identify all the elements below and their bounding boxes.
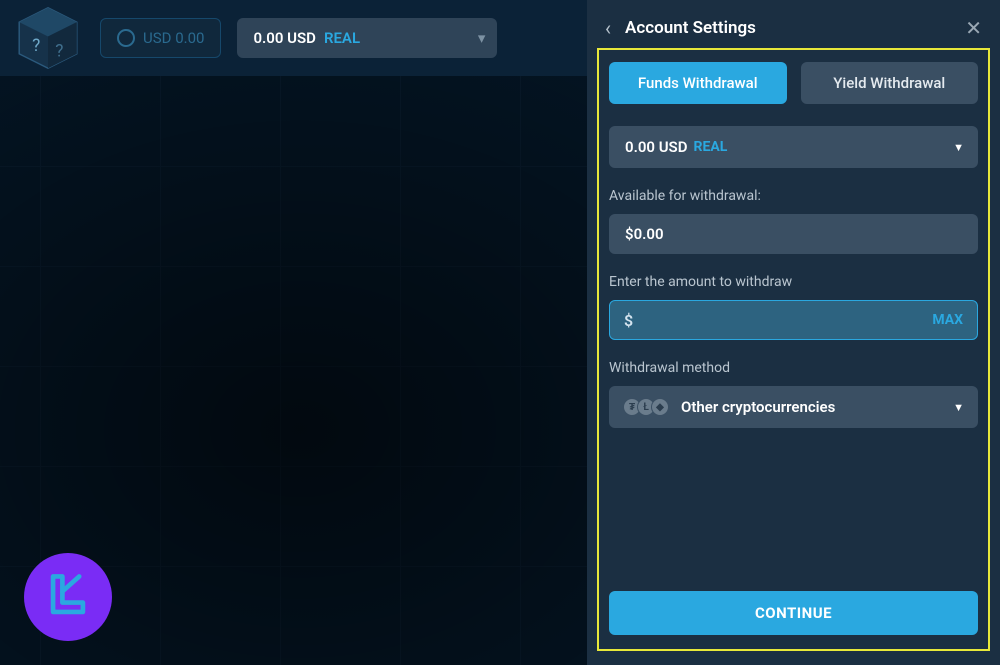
svg-text:?: ? bbox=[55, 42, 63, 62]
method-selected-text: Other cryptocurrencies bbox=[681, 398, 835, 416]
max-button[interactable]: MAX bbox=[932, 312, 963, 328]
account-balance-dropdown[interactable]: 0.00 USD REAL ▾ bbox=[237, 18, 497, 58]
available-amount: $0.00 bbox=[625, 225, 664, 243]
app-logo-cube[interactable]: ? ? bbox=[12, 8, 84, 68]
balance-tag: REAL bbox=[324, 29, 360, 47]
usd-balance-text: USD 0.00 bbox=[143, 29, 204, 47]
chevron-down-icon: ▼ bbox=[953, 141, 964, 154]
account-select-tag: REAL bbox=[693, 139, 727, 155]
withdrawal-method-select[interactable]: ₮ Ł ◆ Other cryptocurrencies ▼ bbox=[609, 386, 978, 428]
panel-body: Funds Withdrawal Yield Withdrawal 0.00 U… bbox=[597, 48, 990, 651]
back-icon[interactable]: ‹ bbox=[605, 16, 611, 40]
balance-amount: 0.00 USD bbox=[253, 29, 315, 47]
close-icon[interactable]: ✕ bbox=[965, 16, 982, 40]
tab-yield-withdrawal[interactable]: Yield Withdrawal bbox=[801, 62, 979, 104]
available-label: Available for withdrawal: bbox=[609, 188, 978, 204]
svg-text:?: ? bbox=[32, 36, 40, 56]
tab-funds-label: Funds Withdrawal bbox=[638, 74, 758, 92]
available-amount-box: $0.00 bbox=[609, 214, 978, 254]
continue-button[interactable]: CONTINUE bbox=[609, 591, 978, 635]
amount-input-row[interactable]: $ MAX bbox=[609, 300, 978, 340]
panel-title: Account Settings bbox=[625, 18, 951, 38]
refresh-icon bbox=[117, 29, 135, 47]
withdrawal-tabs: Funds Withdrawal Yield Withdrawal bbox=[609, 62, 978, 104]
brand-logo[interactable] bbox=[24, 553, 112, 641]
currency-symbol: $ bbox=[624, 311, 633, 330]
account-select[interactable]: 0.00 USD REAL ▼ bbox=[609, 126, 978, 168]
amount-label: Enter the amount to withdraw bbox=[609, 274, 978, 290]
cube-icon: ? ? bbox=[12, 2, 84, 74]
continue-label: CONTINUE bbox=[755, 604, 832, 622]
chevron-down-icon: ▾ bbox=[478, 29, 486, 47]
account-settings-panel: ‹ Account Settings ✕ Funds Withdrawal Yi… bbox=[587, 0, 1000, 665]
kc-logo-icon bbox=[40, 569, 96, 625]
crypto-icons: ₮ Ł ◆ bbox=[623, 398, 669, 416]
usd-balance-pill[interactable]: USD 0.00 bbox=[100, 18, 221, 58]
tab-yield-label: Yield Withdrawal bbox=[833, 74, 945, 92]
chevron-down-icon: ▼ bbox=[953, 401, 964, 414]
ethereum-icon: ◆ bbox=[651, 398, 669, 416]
account-select-amount: 0.00 USD bbox=[625, 138, 687, 156]
method-label: Withdrawal method bbox=[609, 360, 978, 376]
tab-funds-withdrawal[interactable]: Funds Withdrawal bbox=[609, 62, 787, 104]
withdraw-amount-input[interactable] bbox=[641, 311, 924, 329]
